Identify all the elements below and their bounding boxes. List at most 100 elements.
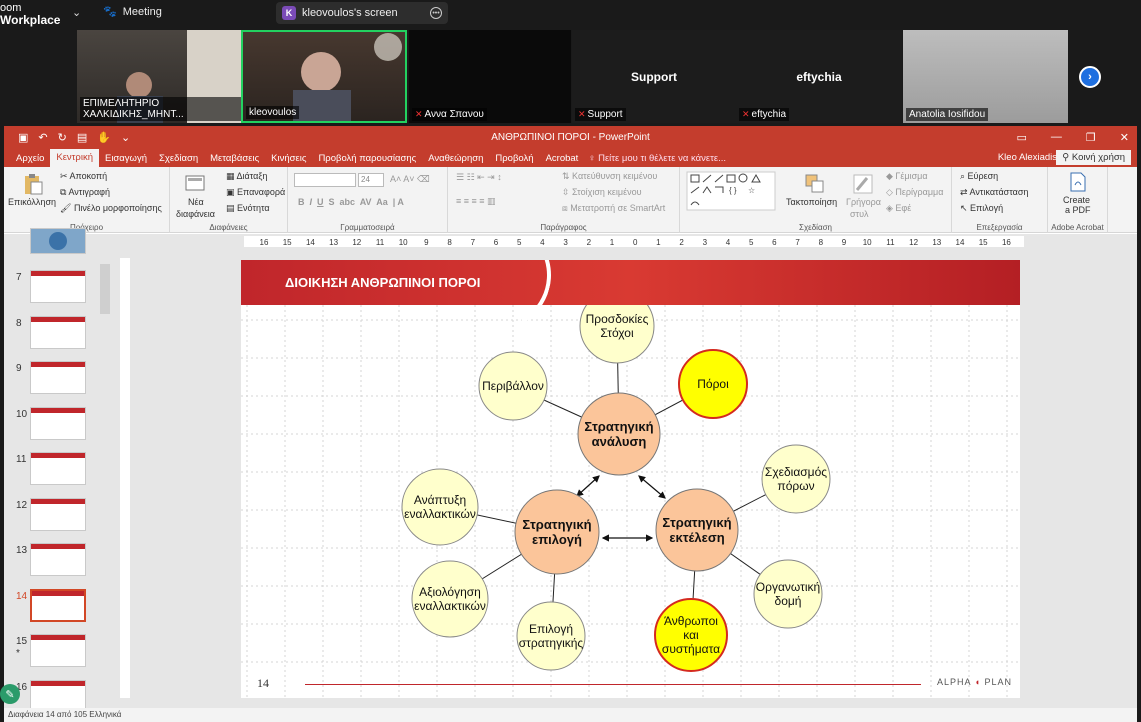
slide-thumbnail[interactable] xyxy=(30,543,86,576)
format-buttons[interactable]: B I U S abc AV Aa | A xyxy=(298,197,404,207)
shapes-gallery-icon[interactable]: { } ☆ xyxy=(686,171,776,211)
arrange-icon[interactable] xyxy=(804,173,826,195)
diagram-node-label: Στόχοι xyxy=(600,326,634,340)
diagram-node-label: συστήματα xyxy=(662,642,720,656)
vertical-ruler[interactable] xyxy=(120,258,130,698)
participant-display-name: eftychia xyxy=(796,70,842,84)
align-buttons[interactable]: ≡ ≡ ≡ ≡ ▥ xyxy=(456,196,496,207)
maximize-icon[interactable]: ❐ xyxy=(1086,131,1096,144)
tab-acrobat[interactable]: Acrobat xyxy=(540,151,585,166)
replace-button[interactable]: ⇄ Αντικατάσταση xyxy=(960,187,1028,198)
shape-fill-button[interactable]: ◆ Γέμισμα xyxy=(886,171,928,182)
next-page-button[interactable]: › xyxy=(1079,66,1101,88)
font-size-buttons[interactable]: A˄ A˅ ⌫ xyxy=(390,174,430,185)
group-label: Γραμματοσειρά xyxy=(340,223,395,232)
ruler-number: 15 xyxy=(979,238,988,247)
select-button[interactable]: ↖ Επιλογή xyxy=(960,203,1003,214)
slide-title[interactable]: ΔΙΟΙΚΗΣΗ ΑΝΘΡΩΠΙΝΟΙ ΠΟΡΟΙ xyxy=(285,275,480,290)
new-slide-label[interactable]: Νέα xyxy=(188,197,204,207)
tab-insert[interactable]: Εισαγωγή xyxy=(99,151,153,166)
slide-thumbnail[interactable] xyxy=(30,588,86,622)
font-size-input[interactable]: 24 xyxy=(358,173,384,187)
video-tile[interactable]: Anatolia Iosifidou xyxy=(903,30,1068,123)
quick-styles-label-2[interactable]: στυλ xyxy=(850,209,869,219)
slides-group: Νέα διαφάνεια ▦ Διάταξη ▣ Επαναφορά ▤ Εν… xyxy=(170,167,288,233)
arrange-button[interactable]: Τακτοποίηση xyxy=(786,197,837,207)
slide-thumbnail[interactable] xyxy=(30,361,86,394)
alpha-plan-logo: ALPHA ◖ PLAN xyxy=(937,677,1013,687)
new-slide-label-2[interactable]: διαφάνεια xyxy=(176,209,215,219)
tab-design[interactable]: Σχεδίαση xyxy=(153,151,204,166)
layout-button[interactable]: ▦ Διάταξη xyxy=(226,171,267,182)
ruler-ticks: 16 15 14 13 12 11 10 9 8 7 6 5 4 3 2 1 0 1 2 3 4 5 6 7 8 9 10 11 12 1… xyxy=(260,238,1012,247)
close-icon[interactable]: ✕ xyxy=(1120,131,1129,144)
drawing-group: { } ☆ Τακτοποίηση Γρήγορα στυλ ◆ Γέμισμα… xyxy=(680,167,952,233)
meeting-button[interactable]: 🐾 Meeting xyxy=(103,5,162,19)
slide-canvas[interactable]: Προσδοκίες Στόχοι Περιβάλλον Πόροι Ανάπτυξη ε… xyxy=(241,260,1020,698)
diagram-node-label: και xyxy=(683,628,699,642)
align-text-button[interactable]: ⇳ Στοίχιση κειμένου xyxy=(562,187,642,198)
thumbnail-scrollbar[interactable] xyxy=(100,264,110,314)
user-name[interactable]: Kleo Alexiadis xyxy=(998,152,1057,163)
tell-me-input[interactable]: ♀ Πείτε μου τι θέλετε να κάνετε... xyxy=(588,153,726,164)
slide-thumbnail[interactable] xyxy=(30,634,86,667)
more-icon[interactable]: ••• xyxy=(430,7,442,19)
slide-number-label: 12 xyxy=(16,499,28,511)
diagram-node-label: Περιβάλλον xyxy=(482,379,544,393)
chevron-down-icon[interactable]: ⌄ xyxy=(72,6,81,19)
share-indicator[interactable]: K kleovoulos's screen ••• xyxy=(276,2,448,24)
group-label: Παράγραφος xyxy=(540,223,587,232)
pdf-icon[interactable] xyxy=(1067,171,1089,193)
slide-thumbnail[interactable] xyxy=(30,315,86,349)
shape-outline-button[interactable]: ◇ Περίγραμμα xyxy=(886,187,943,198)
reset-button[interactable]: ▣ Επαναφορά xyxy=(226,187,285,198)
paste-icon[interactable] xyxy=(22,173,44,195)
animation-star-icon: * xyxy=(16,648,20,659)
slide-thumbnail[interactable] xyxy=(30,270,86,303)
smartart-icon: ⧈ xyxy=(562,203,571,213)
ribbon-display-icon[interactable]: ▭ xyxy=(1017,131,1027,144)
copy-button[interactable]: ⧉ Αντιγραφή xyxy=(60,187,110,198)
annotate-pen-icon[interactable]: ✎ xyxy=(0,684,20,704)
create-pdf-label-2[interactable]: a PDF xyxy=(1065,205,1091,215)
text-direction-button[interactable]: ⇅ Κατεύθυνση κειμένου xyxy=(562,171,657,182)
ruler-number: 14 xyxy=(306,238,315,247)
video-tile[interactable]: Support ✕ Support xyxy=(572,30,736,123)
cut-button[interactable]: ✂ Αποκοπή xyxy=(60,171,107,182)
tab-review[interactable]: Αναθεώρηση xyxy=(422,151,489,166)
paragraph-group: ☰ ☷ ⇤ ⇥ ↕ ≡ ≡ ≡ ≡ ▥ ⇅ Κατεύθυνση κειμένο… xyxy=(448,167,680,233)
video-tile[interactable]: ✕ Αννα Σπανου xyxy=(409,30,571,123)
ruler-number: 10 xyxy=(863,238,872,247)
video-tile[interactable]: eftychia ✕ eftychia xyxy=(736,30,902,123)
slide-thumbnail[interactable] xyxy=(30,497,86,531)
ruler-number: 6 xyxy=(494,238,499,247)
video-tile[interactable]: ΕΠΙΜΕΛΗΤΗΡΙΟ ΧΑΛΚΙΔΙΚΗΣ_ΜΗΝΤ... xyxy=(77,30,241,123)
horizontal-ruler[interactable]: 16 15 14 13 12 11 10 9 8 7 6 5 4 3 2 1 0 1 2 3 4 5 6 7 8 9 10 11 12 1… xyxy=(244,236,1024,247)
slide-thumbnail[interactable] xyxy=(30,452,86,485)
new-slide-icon[interactable] xyxy=(184,173,206,195)
shape-effects-button[interactable]: ◈ Εφέ xyxy=(886,203,911,214)
quick-styles-icon[interactable] xyxy=(852,173,874,195)
tab-slideshow[interactable]: Προβολή παρουσίασης xyxy=(312,151,422,166)
share-button[interactable]: ⚲ Κοινή χρήση xyxy=(1056,150,1131,165)
format-painter-button[interactable]: 🖌 Πινέλο μορφοποίησης xyxy=(60,203,162,214)
minimize-icon[interactable]: — xyxy=(1051,131,1062,144)
slide-thumbnail[interactable] xyxy=(30,228,86,254)
tab-view[interactable]: Προβολή xyxy=(489,151,539,166)
list-buttons[interactable]: ☰ ☷ ⇤ ⇥ ↕ xyxy=(456,172,502,183)
paste-button[interactable]: Επικόλληση xyxy=(8,197,56,207)
tab-home[interactable]: Κεντρική xyxy=(50,149,99,167)
tab-animations[interactable]: Κινήσεις xyxy=(265,151,312,166)
smartart-button[interactable]: ⧈ Μετατροπή σε SmartArt xyxy=(562,203,665,214)
slide-thumbnail[interactable] xyxy=(30,406,86,440)
cursor-icon: ↖ xyxy=(960,203,971,213)
quick-styles-label[interactable]: Γρήγορα xyxy=(846,197,881,207)
create-pdf-label[interactable]: Create xyxy=(1063,195,1090,205)
section-button[interactable]: ▤ Ενότητα xyxy=(226,203,270,214)
tab-file[interactable]: Αρχείο xyxy=(10,151,50,166)
video-tile-active-speaker[interactable]: kleovoulos xyxy=(241,30,407,123)
tab-transitions[interactable]: Μεταβάσεις xyxy=(204,151,265,166)
find-button[interactable]: ⌕ Εύρεση xyxy=(960,171,998,182)
slide-thumbnails-pane[interactable]: 7 8 9 10 11 12 13 14 15 * 16 xyxy=(4,228,114,713)
font-name-input[interactable] xyxy=(294,173,356,187)
